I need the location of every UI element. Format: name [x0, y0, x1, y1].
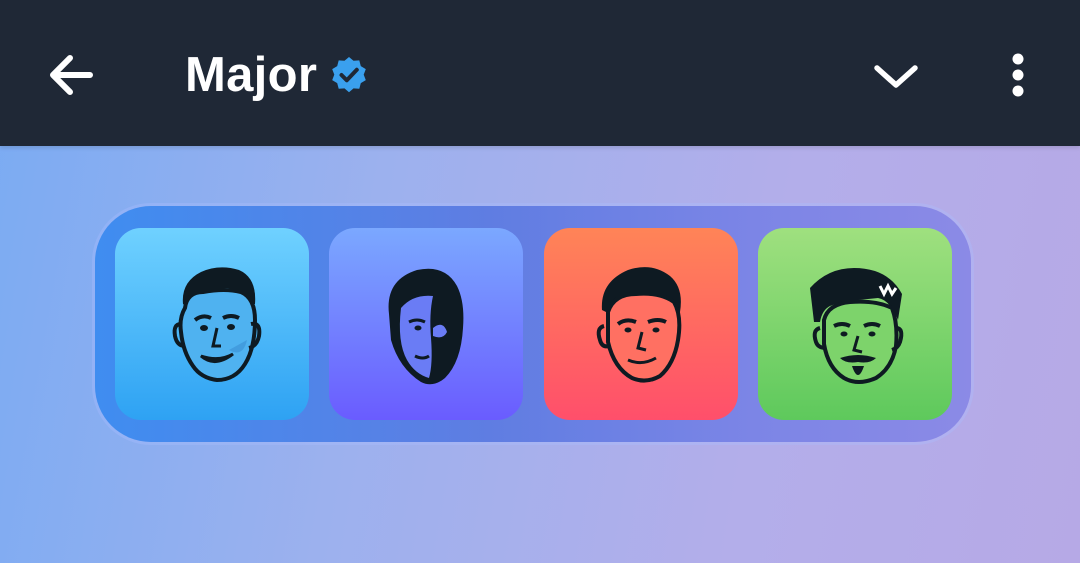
- half-shadow-face-avatar-icon: [388, 268, 464, 385]
- avatar-tile-4[interactable]: [758, 228, 952, 420]
- chevron-down-icon: [874, 65, 918, 88]
- verified-badge-icon: [332, 57, 366, 93]
- avatar-tile-3[interactable]: [544, 228, 738, 420]
- avatar-tile-2[interactable]: [329, 228, 523, 420]
- avatar-tile-1[interactable]: [115, 228, 309, 420]
- bearded-man-avatar-icon: [810, 268, 904, 384]
- arrow-left-icon: [50, 55, 93, 95]
- top-app-bar: Major: [0, 0, 1080, 146]
- more-vertical-icon: [1012, 53, 1024, 97]
- expand-button[interactable]: [860, 42, 932, 108]
- avatar-selector: [95, 206, 971, 442]
- back-button[interactable]: [36, 40, 106, 110]
- smiling-man-avatar-icon: [172, 267, 262, 383]
- more-options-button[interactable]: [990, 40, 1046, 110]
- chat-title[interactable]: Major: [185, 40, 369, 110]
- page-title: Major: [185, 47, 318, 102]
- stern-man-avatar-icon: [596, 267, 682, 383]
